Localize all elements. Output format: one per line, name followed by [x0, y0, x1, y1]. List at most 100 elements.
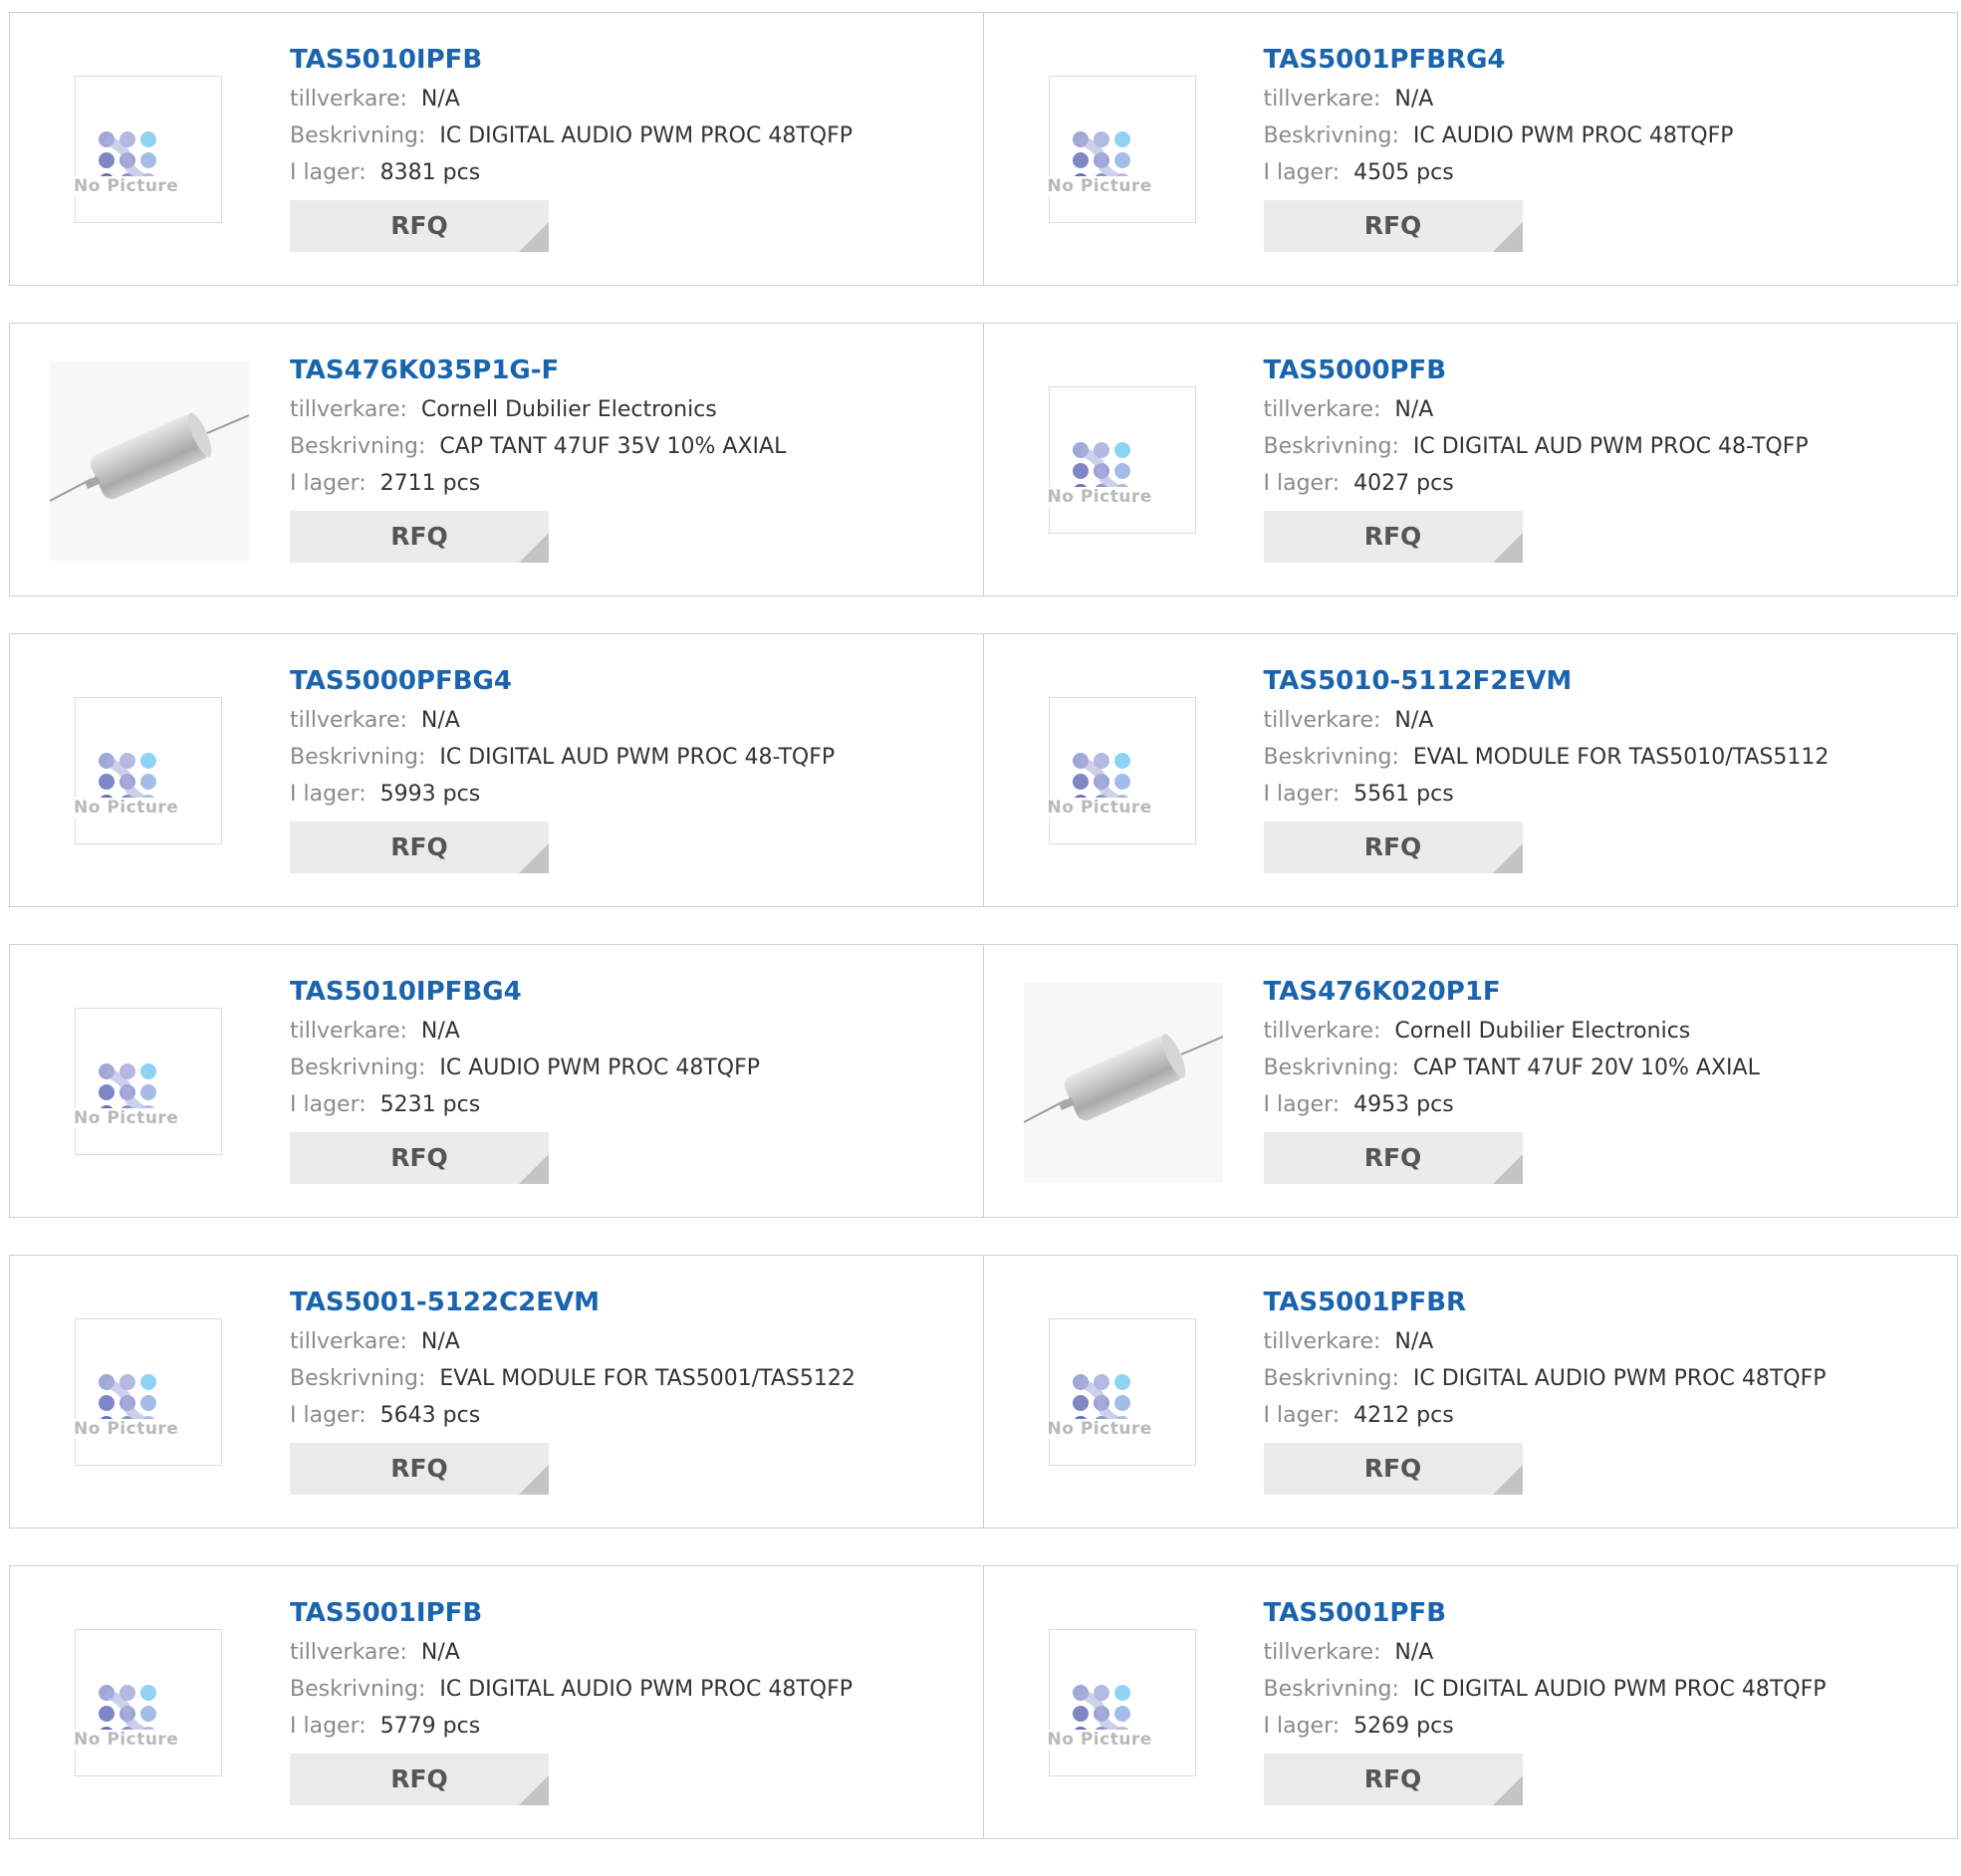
stock-label: I lager: — [290, 1714, 367, 1739]
product-thumbnail[interactable]: No Picture — [1024, 672, 1223, 871]
product-thumbnail[interactable]: No Picture — [50, 672, 249, 871]
stock-value: 5643 pcs — [379, 1403, 481, 1428]
manufacturer-label: tillverkare: — [290, 1329, 407, 1354]
rfq-button-label: RFQ — [390, 832, 448, 861]
product-card: No Picture TAS5001PFBRG4 tillverkare: N/A… — [984, 13, 1958, 285]
description-label: Beskrivning: — [1263, 745, 1399, 770]
manufacturer-row: tillverkare: N/A — [1264, 702, 1830, 739]
product-part-number-link[interactable]: TAS5010IPFB — [290, 43, 853, 77]
rfq-button[interactable]: RFQ — [290, 1754, 549, 1805]
product-part-number-link[interactable]: TAS5010IPFBG4 — [290, 975, 760, 1009]
rfq-corner-icon — [1492, 533, 1523, 563]
rfq-button[interactable]: RFQ — [290, 1443, 549, 1495]
manufacturer-value: N/A — [1394, 708, 1434, 733]
rfq-button[interactable]: RFQ — [1263, 200, 1523, 252]
description-value: IC DIGITAL AUDIO PWM PROC 48TQFP — [439, 123, 854, 148]
description-row: Beskrivning: IC AUDIO PWM PROC 48TQFP — [290, 1050, 760, 1086]
rfq-button-label: RFQ — [390, 211, 448, 240]
manufacturer-label: tillverkare: — [290, 708, 407, 733]
manufacturer-value: N/A — [420, 1640, 460, 1665]
product-thumbnail[interactable] — [1023, 983, 1223, 1182]
stock-row: I lager: 5561 pcs — [1264, 776, 1830, 813]
product-row: No Picture TAS5010IPFB tillverkare: N/A B… — [9, 12, 1958, 286]
product-thumbnail[interactable]: No Picture — [50, 51, 249, 250]
product-thumbnail[interactable]: No Picture — [50, 983, 249, 1182]
rfq-button[interactable]: RFQ — [1263, 1443, 1523, 1495]
no-picture-label: No Picture — [74, 1419, 187, 1439]
product-part-number-link[interactable]: TAS5000PFBG4 — [290, 664, 835, 698]
product-thumbnail[interactable]: No Picture — [50, 1604, 249, 1803]
rfq-button-label: RFQ — [390, 522, 448, 551]
product-part-number-link[interactable]: TAS5010-5112F2EVM — [1264, 664, 1830, 698]
rfq-button[interactable]: RFQ — [1263, 1132, 1523, 1184]
no-picture-placeholder — [75, 76, 222, 223]
stock-row: I lager: 5993 pcs — [290, 776, 835, 813]
stock-value: 5779 pcs — [379, 1714, 481, 1739]
stock-row: I lager: 5231 pcs — [290, 1086, 760, 1123]
description-label: Beskrivning: — [290, 1677, 426, 1702]
rfq-button[interactable]: RFQ — [290, 1132, 549, 1184]
description-value: CAP TANT 47UF 35V 10% AXIAL — [439, 434, 787, 459]
product-row: No Picture TAS5000PFBG4 tillverkare: N/A … — [9, 633, 1958, 907]
stock-value: 8381 pcs — [379, 160, 481, 185]
product-part-number-link[interactable]: TAS5001PFBR — [1264, 1286, 1827, 1319]
rfq-corner-icon — [519, 843, 549, 873]
manufacturer-label: tillverkare: — [290, 1019, 407, 1044]
product-row: No Picture TAS5001-5122C2EVM tillverkare… — [9, 1255, 1958, 1528]
rfq-button[interactable]: RFQ — [1263, 1754, 1523, 1805]
product-part-number-link[interactable]: TAS5001IPFB — [290, 1596, 853, 1630]
manufacturer-label: tillverkare: — [1263, 1019, 1381, 1044]
rfq-corner-icon — [519, 1154, 549, 1184]
rfq-button[interactable]: RFQ — [290, 200, 549, 252]
description-row: Beskrivning: IC DIGITAL AUDIO PWM PROC 48… — [290, 1671, 853, 1708]
description-row: Beskrivning: IC AUDIO PWM PROC 48TQFP — [1264, 117, 1734, 154]
manufacturer-label: tillverkare: — [290, 1640, 407, 1665]
stock-label: I lager: — [290, 160, 367, 185]
manufacturer-row: tillverkare: N/A — [1264, 81, 1734, 117]
manufacturer-value: N/A — [1394, 1640, 1434, 1665]
no-picture-label: No Picture — [1047, 1419, 1160, 1439]
product-thumbnail[interactable]: No Picture — [50, 1293, 249, 1493]
product-thumbnail[interactable]: No Picture — [1024, 361, 1223, 561]
description-label: Beskrivning: — [290, 745, 426, 770]
product-thumbnail[interactable]: No Picture — [1024, 1293, 1223, 1493]
stock-row: I lager: 5779 pcs — [290, 1708, 853, 1745]
manufacturer-row: tillverkare: N/A — [290, 81, 853, 117]
product-card: No Picture TAS5001-5122C2EVM tillverkare… — [10, 1256, 984, 1527]
manufacturer-value: N/A — [1394, 397, 1434, 422]
product-part-number-link[interactable]: TAS5001PFBRG4 — [1264, 43, 1734, 77]
axial-capacitor-image — [1023, 983, 1223, 1182]
manufacturer-value: N/A — [1394, 87, 1434, 112]
product-part-number-link[interactable]: TAS5001-5122C2EVM — [290, 1286, 856, 1319]
stock-label: I lager: — [1263, 1714, 1341, 1739]
product-card: No Picture TAS5001PFB tillverkare: N/A Be… — [984, 1566, 1958, 1838]
product-thumbnail[interactable]: No Picture — [1024, 1604, 1223, 1803]
rfq-button[interactable]: RFQ — [1263, 821, 1523, 873]
stock-value: 4027 pcs — [1353, 471, 1454, 496]
product-part-number-link[interactable]: TAS476K035P1G-F — [290, 353, 786, 387]
rfq-corner-icon — [1492, 1775, 1523, 1805]
product-card: No Picture TAS5000PFBG4 tillverkare: N/A … — [10, 634, 984, 906]
manufacturer-value: N/A — [420, 1019, 460, 1044]
no-picture-label: No Picture — [74, 176, 187, 196]
rfq-button[interactable]: RFQ — [290, 511, 549, 563]
product-thumbnail[interactable]: No Picture — [1024, 51, 1223, 250]
product-part-number-link[interactable]: TAS5000PFB — [1264, 353, 1809, 387]
description-label: Beskrivning: — [1263, 1055, 1399, 1080]
product-part-number-link[interactable]: TAS476K020P1F — [1264, 975, 1760, 1009]
no-picture-label: No Picture — [74, 1108, 187, 1128]
no-picture-label: No Picture — [74, 1730, 187, 1750]
description-value: IC AUDIO PWM PROC 48TQFP — [439, 1055, 761, 1080]
product-row: TAS476K035P1G-F tillverkare: Cornell Dubi… — [9, 323, 1958, 596]
rfq-button[interactable]: RFQ — [1263, 511, 1523, 563]
description-label: Beskrivning: — [1263, 434, 1399, 459]
rfq-button[interactable]: RFQ — [290, 821, 549, 873]
manufacturer-row: tillverkare: N/A — [290, 1013, 760, 1050]
manufacturer-row: tillverkare: N/A — [1264, 1323, 1827, 1360]
description-label: Beskrivning: — [1263, 123, 1399, 148]
product-part-number-link[interactable]: TAS5001PFB — [1264, 1596, 1827, 1630]
description-label: Beskrivning: — [290, 1366, 426, 1391]
product-thumbnail[interactable] — [50, 361, 249, 561]
rfq-corner-icon — [519, 533, 549, 563]
stock-label: I lager: — [1263, 471, 1341, 496]
